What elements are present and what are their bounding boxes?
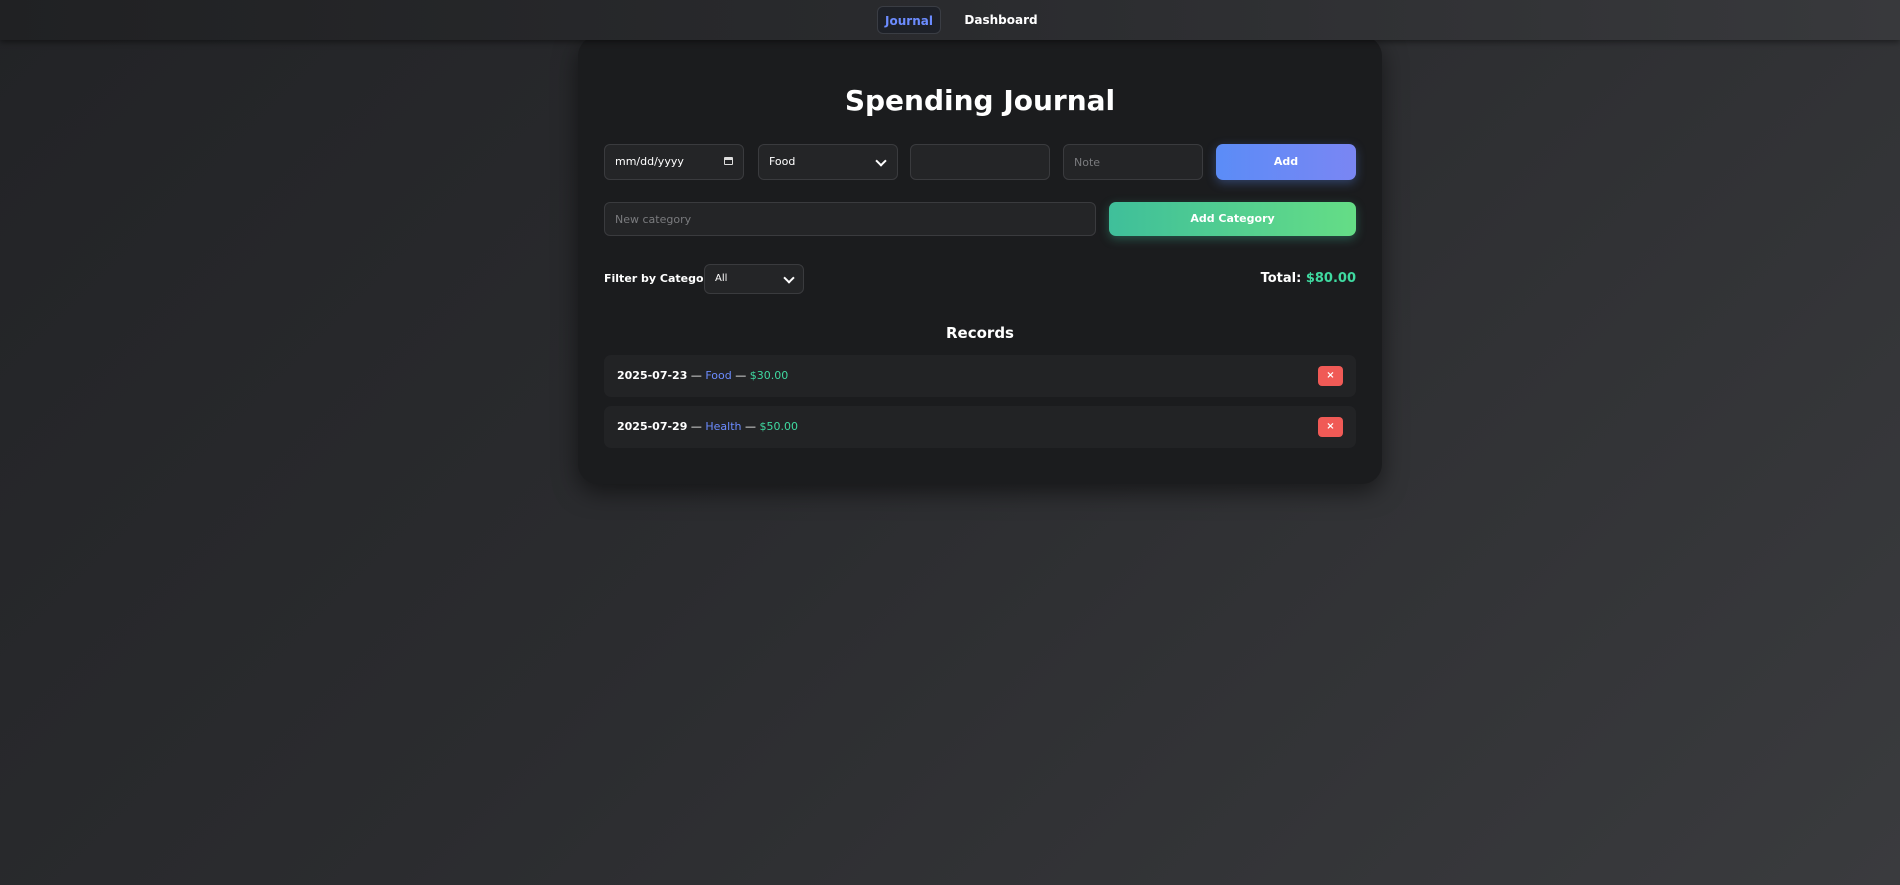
delete-record-button[interactable]: × <box>1318 417 1343 437</box>
category-select-value: Food <box>769 155 796 168</box>
record-row: 2025-07-23 — Food — $30.00 × <box>604 355 1356 397</box>
total-value: $80.00 <box>1305 271 1356 286</box>
filter-select-value: All <box>715 273 728 284</box>
total-label: Total: <box>1260 271 1302 286</box>
date-placeholder: mm/dd/yyyy <box>615 155 684 168</box>
record-date: 2025-07-23 <box>617 369 688 382</box>
calendar-icon[interactable] <box>724 157 733 165</box>
records-heading: Records <box>946 324 1014 342</box>
add-category-button[interactable]: Add Category <box>1109 202 1356 236</box>
amount-field[interactable] <box>910 144 1050 180</box>
delete-record-button[interactable]: × <box>1318 366 1343 386</box>
tab-journal[interactable]: Journal <box>877 6 941 34</box>
tab-dashboard[interactable]: Dashboard <box>960 6 1042 34</box>
record-amount: $30.00 <box>749 369 789 382</box>
record-category: Food <box>705 369 732 382</box>
page-title: Spending Journal <box>844 84 1116 117</box>
new-category-field[interactable] <box>604 202 1096 236</box>
record-date: 2025-07-29 <box>617 420 688 433</box>
top-navigation: Journal Dashboard <box>0 0 1900 40</box>
record-text: 2025-07-23 — Food — $30.00 <box>617 355 788 397</box>
journal-card: Spending Journal mm/dd/yyyy Food Add Add… <box>578 36 1382 484</box>
chevron-down-icon <box>783 272 795 284</box>
record-separator: — <box>690 420 702 433</box>
record-separator: — <box>690 369 702 382</box>
record-separator: — <box>745 420 756 433</box>
category-select[interactable]: Food <box>758 144 898 180</box>
note-field[interactable] <box>1063 144 1203 180</box>
date-field[interactable]: mm/dd/yyyy <box>604 144 744 180</box>
record-category: Health <box>705 420 742 433</box>
record-amount: $50.00 <box>759 420 799 433</box>
record-row: 2025-07-29 — Health — $50.00 × <box>604 406 1356 448</box>
chevron-down-icon <box>875 155 887 167</box>
add-button[interactable]: Add <box>1216 144 1356 180</box>
record-text: 2025-07-29 — Health — $50.00 <box>617 406 798 448</box>
record-separator: — <box>735 369 747 382</box>
total-summary: Total: $80.00 <box>1261 270 1356 288</box>
filter-select[interactable]: All <box>704 264 804 294</box>
